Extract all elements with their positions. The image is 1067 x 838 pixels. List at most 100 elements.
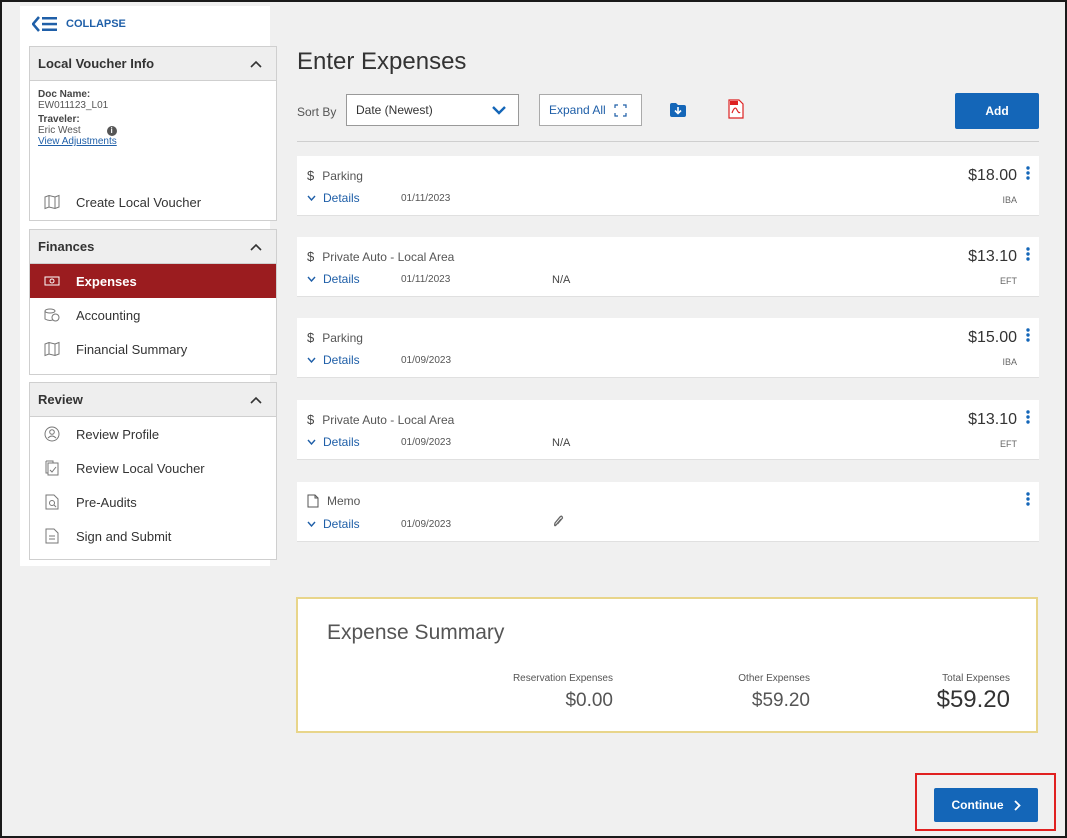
sidebar-item-label: Financial Summary bbox=[76, 341, 188, 357]
expense-amount: $13.10 bbox=[968, 248, 1017, 265]
toolbar: Sort By Date (Newest) Expand All Add bbox=[297, 93, 1039, 131]
total-label: Total Expenses bbox=[942, 673, 1010, 684]
document-check-icon bbox=[44, 460, 60, 476]
coins-icon bbox=[44, 307, 60, 323]
chevron-down-icon bbox=[307, 357, 316, 363]
expense-date: 01/09/2023 bbox=[401, 355, 452, 366]
expense-description: $ Private Auto - Local Area bbox=[307, 249, 454, 264]
chevron-up-icon[interactable] bbox=[250, 394, 262, 406]
finances-header[interactable]: Finances bbox=[30, 230, 276, 264]
dollar-icon: $ bbox=[307, 330, 315, 345]
details-toggle[interactable]: Details bbox=[307, 191, 360, 205]
expense-summary: Expense Summary Reservation Expenses $0.… bbox=[296, 597, 1038, 733]
expense-row[interactable]: $ Parking Details 01/11/2023 $18.00 IBA bbox=[297, 156, 1039, 216]
details-toggle[interactable]: Details bbox=[307, 272, 360, 286]
details-toggle[interactable]: Details bbox=[307, 517, 360, 531]
voucher-info-details: Doc Name: EW011123_L01 Traveler: Eric We… bbox=[30, 81, 276, 147]
more-options-icon[interactable] bbox=[1026, 247, 1030, 261]
expense-name: Private Auto - Local Area bbox=[322, 249, 455, 264]
collapse-button[interactable]: COLLAPSE bbox=[32, 16, 126, 32]
details-toggle[interactable]: Details bbox=[307, 353, 360, 367]
download-folder-icon[interactable] bbox=[669, 102, 687, 118]
sidebar: COLLAPSE Local Voucher Info Doc Name: EW… bbox=[20, 6, 277, 566]
more-options-icon[interactable] bbox=[1026, 166, 1030, 180]
sidebar-item-create-local-voucher[interactable]: Create Local Voucher bbox=[30, 185, 276, 219]
total-value: $59.20 bbox=[936, 686, 1010, 713]
chevron-down-icon bbox=[307, 521, 316, 527]
toolbar-divider bbox=[297, 141, 1039, 142]
dollar-icon: $ bbox=[307, 249, 315, 264]
sidebar-item-label: Review Profile bbox=[76, 426, 160, 442]
expense-name: Parking bbox=[322, 168, 363, 183]
sidebar-item-pre-audits[interactable]: Pre-Audits bbox=[30, 485, 276, 519]
chevron-right-icon bbox=[1013, 799, 1021, 811]
info-icon[interactable]: i bbox=[106, 125, 117, 136]
expense-note: N/A bbox=[552, 274, 571, 286]
details-label: Details bbox=[323, 435, 360, 449]
sort-by-label: Sort By bbox=[297, 105, 337, 119]
expense-row[interactable]: $ Parking Details 01/09/2023 $15.00 IBA bbox=[297, 318, 1039, 378]
continue-label: Continue bbox=[951, 798, 1004, 812]
memo-row[interactable]: Memo Details 01/09/2023 bbox=[297, 482, 1039, 542]
expense-description: Memo bbox=[307, 494, 360, 508]
expense-amount: $15.00 bbox=[968, 329, 1017, 346]
expense-date: 01/11/2023 bbox=[401, 193, 451, 204]
traveler-row: Eric West i bbox=[38, 125, 268, 136]
sort-value: Date (Newest) bbox=[356, 103, 433, 117]
sort-select[interactable]: Date (Newest) bbox=[346, 94, 519, 126]
sidebar-item-sign-and-submit[interactable]: Sign and Submit bbox=[30, 519, 276, 553]
expense-row[interactable]: $ Private Auto - Local Area Details 01/1… bbox=[297, 237, 1039, 297]
sidebar-item-accounting[interactable]: Accounting bbox=[30, 298, 276, 332]
payment-method: EFT bbox=[1000, 276, 1017, 286]
profile-icon bbox=[44, 426, 60, 442]
expense-date: 01/11/2023 bbox=[401, 274, 451, 285]
traveler-label: Traveler: bbox=[38, 114, 80, 125]
expense-name: Memo bbox=[327, 494, 361, 508]
continue-button[interactable]: Continue bbox=[934, 788, 1038, 822]
expense-note: N/A bbox=[552, 437, 571, 449]
chevron-down-icon bbox=[307, 276, 316, 282]
sidebar-item-review-local-voucher[interactable]: Review Local Voucher bbox=[30, 451, 276, 485]
expense-name: Parking bbox=[322, 330, 363, 345]
reservation-label: Reservation Expenses bbox=[512, 673, 613, 684]
sidebar-item-review-profile[interactable]: Review Profile bbox=[30, 417, 276, 451]
expand-icon bbox=[614, 103, 627, 117]
more-options-icon[interactable] bbox=[1026, 410, 1030, 424]
expense-row[interactable]: $ Private Auto - Local Area Details 01/0… bbox=[297, 400, 1039, 460]
expense-description: $ Parking bbox=[307, 168, 363, 183]
sidebar-item-label: Pre-Audits bbox=[76, 494, 137, 510]
sidebar-item-expenses[interactable]: Expenses bbox=[30, 264, 276, 298]
dollar-icon: $ bbox=[307, 168, 315, 183]
attachment-icon[interactable] bbox=[552, 515, 564, 529]
review-panel: Review Review Profile Review Local Vouch… bbox=[29, 382, 277, 560]
chevron-up-icon[interactable] bbox=[250, 58, 262, 70]
expand-all-button[interactable]: Expand All bbox=[539, 94, 642, 126]
sidebar-item-financial-summary[interactable]: Financial Summary bbox=[30, 332, 276, 366]
expense-amount: $13.10 bbox=[968, 411, 1017, 428]
other-label: Other Expenses bbox=[738, 673, 810, 684]
more-options-icon[interactable] bbox=[1026, 492, 1030, 506]
view-adjustments-link[interactable]: View Adjustments bbox=[38, 136, 268, 147]
expand-all-label: Expand All bbox=[549, 103, 606, 117]
voucher-info-panel: Local Voucher Info Doc Name: EW011123_L0… bbox=[29, 46, 277, 221]
expense-name: Private Auto - Local Area bbox=[322, 412, 455, 427]
payment-method: IBA bbox=[1002, 195, 1017, 205]
sidebar-item-label: Create Local Voucher bbox=[76, 194, 202, 210]
chevron-up-icon[interactable] bbox=[250, 241, 262, 253]
details-toggle[interactable]: Details bbox=[307, 435, 360, 449]
expense-date: 01/09/2023 bbox=[401, 519, 452, 530]
chevron-down-icon bbox=[307, 195, 316, 201]
expense-description: $ Parking bbox=[307, 330, 363, 345]
sidebar-item-label: Expenses bbox=[76, 273, 137, 289]
voucher-info-title: Local Voucher Info bbox=[38, 56, 155, 71]
finances-title: Finances bbox=[38, 239, 95, 254]
more-options-icon[interactable] bbox=[1026, 328, 1030, 342]
add-button[interactable]: Add bbox=[955, 93, 1039, 129]
page-title: Enter Expenses bbox=[297, 48, 467, 75]
document-sign-icon bbox=[44, 528, 60, 544]
map-icon bbox=[44, 341, 60, 357]
review-header[interactable]: Review bbox=[30, 383, 276, 417]
dollar-icon: $ bbox=[307, 412, 315, 427]
voucher-info-header[interactable]: Local Voucher Info bbox=[30, 47, 276, 81]
pdf-icon[interactable] bbox=[727, 99, 745, 119]
